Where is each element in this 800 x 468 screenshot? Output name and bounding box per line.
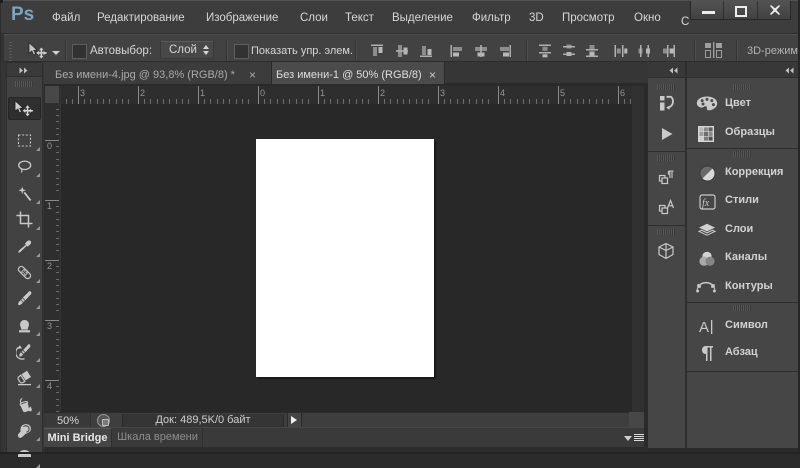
svg-text:A: A bbox=[699, 319, 709, 335]
svg-text:fx: fx bbox=[702, 198, 710, 209]
